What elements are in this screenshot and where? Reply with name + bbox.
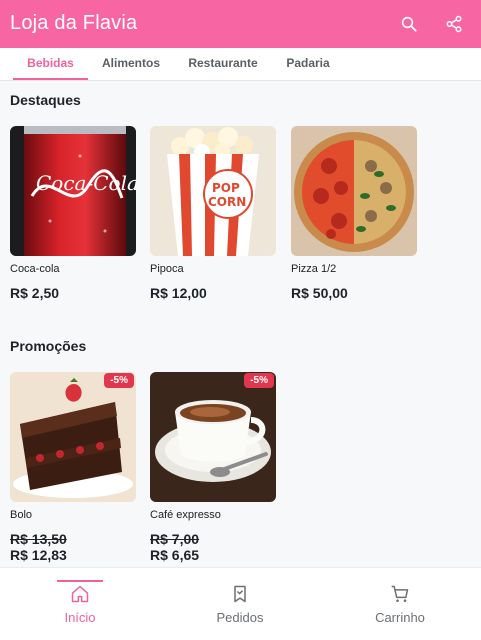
- product-price: R$ 2,50: [10, 285, 60, 301]
- cart-icon: [320, 584, 480, 604]
- tab-alimentos[interactable]: Alimentos: [96, 48, 166, 80]
- tab-restaurante[interactable]: Restaurante: [181, 48, 265, 80]
- product-card-cafe-expresso[interactable]: -5% Café expresso R$ 7,00 R$ 6,65: [150, 372, 276, 563]
- product-name: Pipoca: [150, 263, 184, 275]
- product-new-price: R$ 12,83: [10, 547, 67, 563]
- product-image-pipoca: POP CORN: [150, 126, 276, 256]
- nav-inicio[interactable]: Início: [0, 568, 160, 640]
- product-image-cafe-expresso: -5%: [150, 372, 276, 502]
- share-icon[interactable]: [442, 12, 466, 36]
- category-tabs: Bebidas Alimentos Restaurante Padaria: [0, 48, 481, 81]
- product-name: Café expresso: [150, 509, 221, 521]
- product-image-pizza: [291, 126, 417, 256]
- product-price: R$ 12,00: [150, 285, 207, 301]
- nav-label: Pedidos: [216, 610, 264, 625]
- discount-badge: -5%: [104, 373, 134, 388]
- product-old-price: R$ 13,50: [10, 531, 67, 547]
- svg-text:Coca-Cola: Coca-Cola: [36, 171, 136, 195]
- app-header: Loja da Flavia: [0, 0, 481, 48]
- product-card-bolo[interactable]: -5% Bolo R$ 13,50 R$ 12,83: [10, 372, 136, 563]
- bottom-navigation: Início Pedidos Carrinho: [0, 567, 481, 640]
- product-name: Coca-cola: [10, 263, 60, 275]
- home-icon: [0, 584, 160, 604]
- nav-pedidos[interactable]: Pedidos: [160, 568, 320, 640]
- product-image-bolo: -5%: [10, 372, 136, 502]
- product-new-price: R$ 6,65: [150, 547, 200, 563]
- nav-label: Início: [64, 610, 96, 625]
- tab-padaria[interactable]: Padaria: [280, 48, 336, 80]
- svg-text:CORN: CORN: [208, 195, 246, 209]
- product-card-pipoca[interactable]: POP CORN Pipoca R$ 12,00: [150, 126, 276, 301]
- nav-label: Carrinho: [375, 610, 425, 625]
- nav-carrinho[interactable]: Carrinho: [320, 568, 480, 640]
- section-title-promotions: Promoções: [10, 338, 87, 354]
- product-card-coca-cola[interactable]: Coca-Cola Coca-cola R$ 2,50: [10, 126, 136, 301]
- orders-icon: [160, 584, 320, 604]
- search-icon[interactable]: [397, 12, 421, 36]
- product-card-pizza[interactable]: Pizza 1/2 R$ 50,00: [291, 126, 417, 301]
- store-title: Loja da Flavia: [10, 12, 138, 34]
- section-title-highlights: Destaques: [10, 92, 81, 108]
- product-price: R$ 50,00: [291, 285, 348, 301]
- discount-badge: -5%: [244, 373, 274, 388]
- product-old-price: R$ 7,00: [150, 531, 200, 547]
- product-image-coca-cola: Coca-Cola: [10, 126, 136, 256]
- svg-text:POP: POP: [212, 181, 240, 195]
- product-name: Pizza 1/2: [291, 263, 337, 275]
- active-indicator: [57, 580, 103, 582]
- product-name: Bolo: [10, 509, 33, 521]
- tab-bebidas[interactable]: Bebidas: [13, 48, 88, 80]
